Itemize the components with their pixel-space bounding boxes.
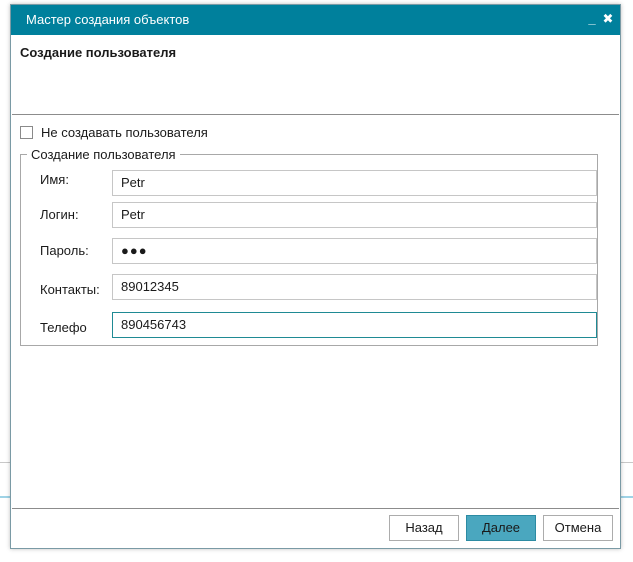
no-create-user-label[interactable]: Не создавать пользователя (41, 125, 208, 140)
wizard-step-title: Создание пользователя (20, 45, 177, 60)
footer-divider (12, 508, 619, 509)
no-create-user-checkbox[interactable] (20, 126, 33, 139)
login-field[interactable]: Petr (112, 202, 597, 228)
password-field[interactable]: ●●● (112, 238, 597, 264)
name-field[interactable]: Petr (112, 170, 597, 196)
login-label: Логин: (40, 207, 79, 222)
contacts-label: Контакты: (40, 282, 100, 297)
dialog-title: Мастер создания объектов (26, 12, 190, 27)
wizard-header: Создание пользователя (12, 35, 619, 115)
group-legend: Создание пользователя (27, 147, 180, 162)
phone-field[interactable]: 890456743 (112, 312, 597, 338)
name-label: Имя: (40, 172, 69, 187)
contacts-field[interactable]: 89012345 (112, 274, 597, 300)
back-button[interactable]: Назад (389, 515, 459, 541)
close-icon[interactable]: ✖ (601, 11, 615, 27)
cancel-button[interactable]: Отмена (543, 515, 613, 541)
object-wizard-dialog: Мастер создания объектов _ ✖ Создание по… (10, 4, 621, 549)
background-divider (620, 462, 633, 463)
next-button[interactable]: Далее (466, 515, 536, 541)
phone-label: Телефон: (40, 320, 87, 335)
minimize-icon[interactable]: _ (585, 11, 599, 27)
background-divider (0, 496, 10, 498)
dialog-titlebar[interactable]: Мастер создания объектов _ ✖ (11, 5, 620, 35)
background-divider (0, 462, 10, 463)
background-divider (620, 496, 633, 498)
password-label: Пароль: (40, 243, 89, 258)
